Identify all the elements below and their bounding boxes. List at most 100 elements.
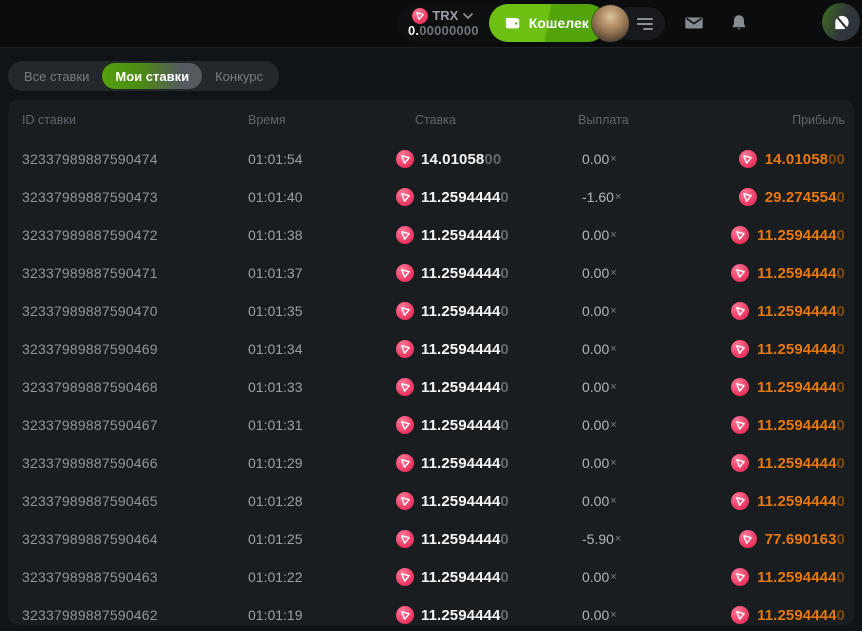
bet-time: 01:01:33 [248, 379, 396, 395]
multiplier-symbol: × [610, 381, 616, 393]
bet-amount: 11.25944440 [396, 302, 576, 320]
bet-id: 32337989887590467 [22, 417, 248, 433]
chat-disabled-icon [832, 13, 851, 32]
bet-time: 01:01:35 [248, 303, 396, 319]
bet-profit: 11.25944440 [716, 340, 845, 358]
bet-id: 32337989887590465 [22, 493, 248, 509]
trx-coin-icon [396, 378, 414, 396]
bet-id: 32337989887590462 [22, 607, 248, 623]
trx-coin-icon [731, 454, 749, 472]
bet-id: 32337989887590466 [22, 455, 248, 471]
table-row[interactable]: 32337989887590473 01:01:40 11.25944440 -… [8, 178, 854, 216]
bet-amount: 11.25944440 [396, 226, 576, 244]
bet-payout: 0.00× [576, 607, 716, 623]
bet-id: 32337989887590474 [22, 151, 248, 167]
bet-time: 01:01:19 [248, 607, 396, 623]
chevron-down-icon [462, 10, 474, 22]
table-row[interactable]: 32337989887590468 01:01:33 11.25944440 0… [8, 368, 854, 406]
bet-amount: 11.25944440 [396, 340, 576, 358]
tab-2[interactable]: Конкурс [202, 63, 276, 89]
trx-coin-icon [396, 606, 414, 624]
bet-payout: 0.00× [576, 493, 716, 509]
bet-profit: 11.25944440 [716, 226, 845, 244]
table-row[interactable]: 32337989887590464 01:01:25 11.25944440 -… [8, 520, 854, 558]
table-row[interactable]: 32337989887590471 01:01:37 11.25944440 0… [8, 254, 854, 292]
table-row[interactable]: 32337989887590465 01:01:28 11.25944440 0… [8, 482, 854, 520]
bet-payout: 0.00× [576, 227, 716, 243]
bet-profit: 29.2745540 [716, 188, 845, 206]
bet-payout: 0.00× [576, 341, 716, 357]
bet-profit: 77.6901630 [716, 530, 845, 548]
table-row[interactable]: 32337989887590462 01:01:19 11.25944440 0… [8, 596, 854, 625]
trx-coin-icon [396, 226, 414, 244]
bet-amount: 11.25944440 [396, 188, 576, 206]
table-row[interactable]: 32337989887590467 01:01:31 11.25944440 0… [8, 406, 854, 444]
mail-icon [684, 13, 704, 33]
bet-id: 32337989887590472 [22, 227, 248, 243]
bet-payout: 0.00× [576, 265, 716, 281]
bell-icon [729, 13, 749, 33]
trx-coin-icon [731, 378, 749, 396]
multiplier-symbol: × [610, 419, 616, 431]
bet-payout: 0.00× [576, 303, 716, 319]
table-row[interactable]: 32337989887590472 01:01:38 11.25944440 0… [8, 216, 854, 254]
tab-1[interactable]: Мои ставки [102, 63, 202, 89]
table-header: ID ставки Время Ставка Выплата Прибыль [8, 100, 854, 140]
user-menu[interactable] [592, 5, 665, 42]
currency-selector[interactable]: TRX 0.00000000 [396, 8, 489, 38]
bet-profit: 11.25944440 [716, 454, 845, 472]
bet-payout: 0.00× [576, 417, 716, 433]
wallet-button[interactable]: Кошелек [489, 4, 607, 42]
notifications-button[interactable] [726, 10, 752, 36]
balance: 0.00000000 [408, 24, 479, 38]
avatar[interactable] [592, 5, 629, 42]
bet-payout: 0.00× [576, 151, 716, 167]
multiplier-symbol: × [610, 229, 616, 241]
col-payout: Выплата [576, 113, 716, 127]
bet-profit: 11.25944440 [716, 378, 845, 396]
bet-time: 01:01:38 [248, 227, 396, 243]
currency-code: TRX [432, 9, 458, 23]
bet-time: 01:01:29 [248, 455, 396, 471]
col-bet: Ставка [396, 113, 576, 127]
bet-id: 32337989887590469 [22, 341, 248, 357]
bet-profit: 11.25944440 [716, 568, 845, 586]
multiplier-symbol: × [610, 343, 616, 355]
col-bet-id: ID ставки [22, 113, 248, 127]
trx-coin-icon [731, 606, 749, 624]
bet-profit: 11.25944440 [716, 606, 845, 624]
table-row[interactable]: 32337989887590474 01:01:54 14.0105800 0.… [8, 140, 854, 178]
bet-amount: 11.25944440 [396, 454, 576, 472]
bets-tabs: Все ставкиМои ставкиКонкурс [8, 61, 279, 91]
mail-button[interactable] [681, 10, 707, 36]
bet-amount: 11.25944440 [396, 606, 576, 624]
table-row[interactable]: 32337989887590470 01:01:35 11.25944440 0… [8, 292, 854, 330]
bets-table-card: ID ставки Время Ставка Выплата Прибыль 3… [8, 100, 854, 625]
bet-time: 01:01:40 [248, 189, 396, 205]
table-row[interactable]: 32337989887590463 01:01:22 11.25944440 0… [8, 558, 854, 596]
bet-id: 32337989887590470 [22, 303, 248, 319]
col-profit: Прибыль [716, 113, 845, 127]
table-row[interactable]: 32337989887590469 01:01:34 11.25944440 0… [8, 330, 854, 368]
trx-coin-icon [412, 8, 428, 24]
bet-amount: 14.0105800 [396, 150, 576, 168]
bet-payout: 0.00× [576, 455, 716, 471]
trx-coin-icon [731, 416, 749, 434]
bet-id: 32337989887590471 [22, 265, 248, 281]
multiplier-symbol: × [610, 609, 616, 621]
tab-0[interactable]: Все ставки [11, 63, 102, 89]
bet-payout: 0.00× [576, 379, 716, 395]
bet-id: 32337989887590463 [22, 569, 248, 585]
bet-payout: 0.00× [576, 569, 716, 585]
trx-coin-icon [396, 492, 414, 510]
bet-time: 01:01:37 [248, 265, 396, 281]
trx-coin-icon [731, 340, 749, 358]
trx-coin-icon [731, 302, 749, 320]
bet-id: 32337989887590473 [22, 189, 248, 205]
multiplier-symbol: × [615, 533, 621, 545]
bet-profit: 11.25944440 [716, 264, 845, 282]
trx-coin-icon [396, 264, 414, 282]
table-row[interactable]: 32337989887590466 01:01:29 11.25944440 0… [8, 444, 854, 482]
multiplier-symbol: × [610, 153, 616, 165]
chat-toggle-button[interactable] [822, 3, 860, 41]
